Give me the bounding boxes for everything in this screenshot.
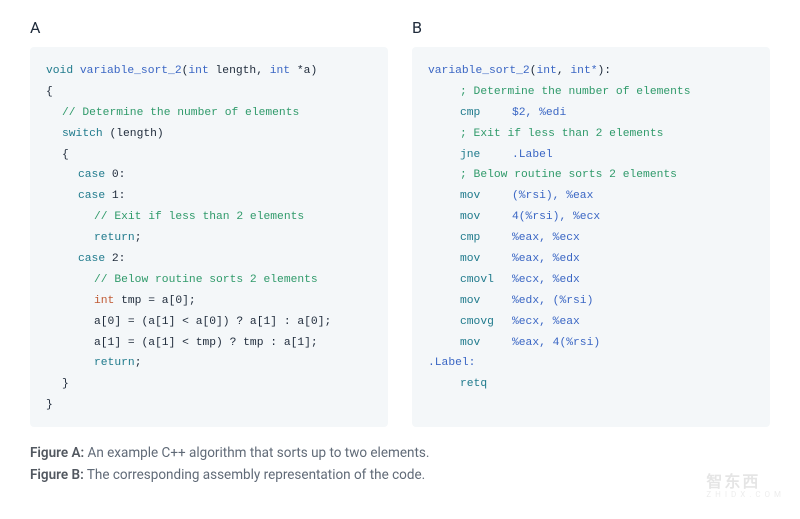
column-a: A void variable_sort_2(int length, int *… — [30, 18, 388, 427]
op-mov-1: mov — [460, 186, 512, 207]
op-mov-2: mov — [460, 207, 512, 228]
type-int-1: int — [188, 65, 208, 77]
brace2-close: } — [46, 374, 69, 395]
arg-mov-5: %eax, 4(%rsi) — [512, 337, 600, 349]
arg-cmp-2: %eax, %ecx — [512, 232, 580, 244]
return-1-semi: ; — [135, 232, 142, 244]
keyword-case-1: case — [78, 190, 105, 202]
watermark-sub: Z H I D X . C O M — [706, 490, 782, 499]
paren-close: ) — [310, 65, 317, 77]
comment-1: // Determine the number of elements — [46, 103, 299, 124]
op-cmovl: cmovl — [460, 270, 512, 291]
comment-2: // Exit if less than 2 elements — [46, 207, 304, 228]
asm-comma: , — [557, 65, 571, 77]
keyword-return-2: return — [94, 357, 135, 369]
asm-label: .Label: — [428, 357, 475, 369]
op-mov-4: mov — [460, 291, 512, 312]
arg-jne: .Label — [512, 149, 553, 161]
arg-mov-1: (%rsi), %eax — [512, 190, 593, 202]
arg-mov-4: %edx, (%rsi) — [512, 295, 593, 307]
asm-comment-1: ; Determine the number of elements — [428, 82, 691, 103]
type-int-2: int — [270, 65, 290, 77]
keyword-void: void — [46, 65, 73, 77]
op-retq: retq — [460, 378, 487, 390]
stmt-2: a[1] = (a[1] < tmp) ? tmp : a[1]; — [46, 333, 318, 354]
arg-mov-2: 4(%rsi), %ecx — [512, 211, 600, 223]
brace2-open: { — [46, 145, 69, 166]
case-1-value: 1: — [105, 190, 125, 202]
brace-open: { — [46, 82, 372, 103]
tmp-decl: tmp = a[0]; — [114, 295, 195, 307]
type-int-tmp: int — [94, 295, 114, 307]
asm-comment-3: ; Below routine sorts 2 elements — [428, 165, 677, 186]
stmt-1: a[0] = (a[1] < a[0]) ? a[1] : a[0]; — [46, 312, 331, 333]
code-columns: A void variable_sort_2(int length, int *… — [30, 18, 770, 427]
keyword-return-1: return — [94, 232, 135, 244]
figure-captions: Figure A: An example C++ algorithm that … — [30, 443, 770, 486]
param-length: length, — [209, 65, 270, 77]
op-cmp-1: cmp — [460, 103, 512, 124]
op-cmp-2: cmp — [460, 228, 512, 249]
arg-cmp-1: $2, %edi — [512, 107, 566, 119]
asm-function-name: variable_sort_2 — [428, 65, 530, 77]
caption-a: Figure A: An example C++ algorithm that … — [30, 443, 770, 465]
case-2-value: 2: — [105, 253, 125, 265]
column-b-label: B — [412, 18, 770, 37]
return-2-semi: ; — [135, 357, 142, 369]
asm-type-int: int — [536, 65, 556, 77]
code-box-a: void variable_sort_2(int length, int *a)… — [30, 47, 388, 427]
code-box-b: variable_sort_2(int, int*): ; Determine … — [412, 47, 770, 427]
comment-3: // Below routine sorts 2 elements — [46, 270, 318, 291]
case-0-value: 0: — [105, 169, 125, 181]
brace-close: } — [46, 395, 372, 416]
param-a: *a — [290, 65, 310, 77]
caption-a-bold: Figure A: — [30, 445, 84, 461]
asm-comment-2: ; Exit if less than 2 elements — [428, 124, 663, 145]
asm-paren-close: ): — [598, 65, 612, 77]
keyword-case-0: case — [78, 169, 105, 181]
arg-cmovg: %ecx, %eax — [512, 316, 580, 328]
caption-b-text: The corresponding assembly representatio… — [84, 467, 425, 483]
op-mov-5: mov — [460, 333, 512, 354]
arg-mov-3: %eax, %edx — [512, 253, 580, 265]
caption-b-bold: Figure B: — [30, 467, 84, 483]
op-mov-3: mov — [460, 249, 512, 270]
caption-b: Figure B: The corresponding assembly rep… — [30, 465, 770, 487]
keyword-case-2: case — [78, 253, 105, 265]
column-a-label: A — [30, 18, 388, 37]
op-jne: jne — [460, 145, 512, 166]
switch-expr: (length) — [103, 128, 164, 140]
function-name: variable_sort_2 — [80, 65, 182, 77]
column-b: B variable_sort_2(int, int*): ; Determin… — [412, 18, 770, 427]
asm-type-intptr: int* — [570, 65, 597, 77]
keyword-switch: switch — [62, 128, 103, 140]
caption-a-text: An example C++ algorithm that sorts up t… — [84, 445, 429, 461]
arg-cmovl: %ecx, %edx — [512, 274, 580, 286]
op-cmovg: cmovg — [460, 312, 512, 333]
